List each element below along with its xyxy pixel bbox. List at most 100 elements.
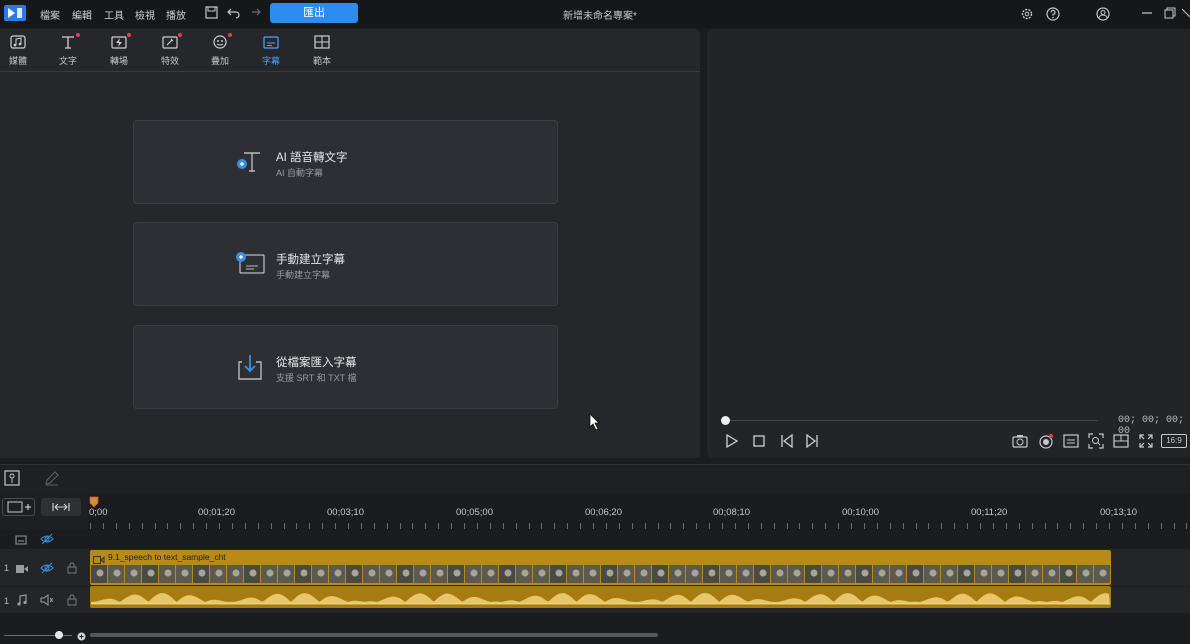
film-frame-subject	[1099, 569, 1107, 577]
ai-speech-to-text-card[interactable]: AI 語音轉文字 AI 自動字幕	[133, 120, 558, 204]
ruler-label: 00;13;10	[1100, 507, 1137, 518]
subtitle-preview-icon[interactable]	[1063, 433, 1079, 452]
film-frame-subject	[198, 569, 206, 577]
ruler-tick	[696, 523, 697, 529]
menu-play[interactable]: 播放	[166, 7, 186, 22]
redo-icon[interactable]	[248, 6, 261, 22]
menu-tools[interactable]: 工具	[104, 7, 124, 22]
seek-bar[interactable]	[724, 420, 1098, 421]
subtitle-icon	[251, 34, 291, 52]
zoom-in-icon[interactable]	[77, 630, 86, 644]
visibility-eye-icon[interactable]	[40, 533, 54, 548]
undo-icon[interactable]	[227, 6, 240, 22]
film-frame-subject	[1082, 569, 1090, 577]
speaker-volume-icon[interactable]	[40, 594, 54, 609]
film-frame-subject	[1048, 569, 1056, 577]
waveform-shape	[91, 593, 1110, 604]
subtitle-track-row	[0, 530, 1190, 547]
ruler-tick	[1174, 523, 1175, 529]
tab-media[interactable]: 媒體	[0, 34, 38, 67]
import-subtitle-card[interactable]: 從檔案匯入字幕 支援 SRT 和 TXT 檔	[133, 325, 558, 409]
import-file-icon	[234, 352, 264, 385]
aspect-ratio-button[interactable]: 16:9	[1161, 434, 1187, 448]
ruler-label: 00;05;00	[456, 507, 493, 518]
ruler-tick	[400, 523, 401, 529]
close-icon[interactable]	[1181, 7, 1190, 22]
ruler-tick	[658, 523, 659, 529]
menu-file[interactable]: 檔案	[40, 7, 60, 22]
film-frame-subject	[317, 569, 325, 577]
menu-edit[interactable]: 編輯	[72, 7, 92, 22]
settings-gear-icon[interactable]	[1020, 7, 1034, 24]
timeline-horizontal-scrollbar[interactable]	[90, 633, 658, 637]
film-frame-subject	[521, 569, 529, 577]
ruler-tick	[361, 523, 362, 529]
minimize-icon[interactable]	[1141, 7, 1153, 22]
zoom-preview-icon[interactable]	[1088, 433, 1104, 452]
film-frame-subject	[776, 569, 784, 577]
tab-label: 文字	[58, 56, 77, 66]
layout-split-icon[interactable]	[1113, 433, 1129, 452]
ruler-tick	[877, 523, 878, 529]
film-frame-subject	[470, 569, 478, 577]
edit-pen-icon[interactable]	[44, 470, 60, 489]
play-icon[interactable]	[725, 433, 739, 452]
help-icon[interactable]	[1046, 7, 1060, 24]
track-number: 1	[4, 563, 10, 573]
ai-speech-to-text-icon	[234, 147, 264, 178]
save-icon[interactable]	[205, 6, 218, 22]
effects-icon	[150, 33, 190, 52]
film-frame-subject	[249, 569, 257, 577]
lock-icon[interactable]	[67, 594, 77, 609]
add-track-button[interactable]	[2, 498, 35, 516]
zoom-slider-handle[interactable]	[55, 631, 63, 639]
card-subtitle: 手動建立字幕	[276, 270, 331, 280]
film-frame-subject	[504, 569, 512, 577]
ruler-tick	[206, 523, 207, 529]
snapshot-camera-icon[interactable]	[1012, 433, 1028, 452]
tab-template[interactable]: 範本	[302, 34, 342, 67]
ruler-tick	[335, 523, 336, 529]
film-frame-subject	[946, 569, 954, 577]
film-frame-subject	[300, 569, 308, 577]
tab-transition[interactable]: 轉場	[99, 33, 139, 67]
film-frame-subject	[453, 569, 461, 577]
new-badge-dot	[127, 33, 131, 37]
previous-frame-icon[interactable]	[779, 433, 795, 452]
film-frame-subject	[878, 569, 886, 577]
ruler-tick	[567, 523, 568, 529]
restore-icon[interactable]	[1164, 7, 1176, 22]
stop-icon[interactable]	[752, 433, 766, 452]
ruler-tick	[464, 523, 465, 529]
tab-label: 字幕	[261, 56, 280, 66]
film-frame-subject	[351, 569, 359, 577]
next-frame-icon[interactable]	[804, 433, 820, 452]
export-button[interactable]: 匯出	[270, 3, 358, 23]
app-logo	[4, 5, 26, 21]
account-icon[interactable]	[1096, 7, 1110, 24]
film-frame-subject	[742, 569, 750, 577]
track-manager-icon[interactable]	[4, 470, 20, 489]
film-frame-subject	[96, 569, 104, 577]
lock-icon[interactable]	[67, 562, 77, 577]
ruler-tick	[735, 523, 736, 529]
film-frame-subject	[759, 569, 767, 577]
ruler-tick	[1032, 523, 1033, 529]
tab-effects[interactable]: 特效	[150, 33, 190, 67]
film-frame-subject	[164, 569, 172, 577]
film-frame-subject	[861, 569, 869, 577]
tab-subtitle[interactable]: 字幕	[251, 34, 291, 67]
ruler-label: 00;11;20	[971, 507, 1008, 518]
tab-overlay[interactable]: 疊加	[200, 33, 240, 67]
fullscreen-icon[interactable]	[1138, 433, 1154, 452]
subtitle-track-icon	[15, 534, 27, 548]
tab-text[interactable]: 文字	[48, 33, 88, 67]
visibility-eye-icon[interactable]	[40, 562, 54, 577]
seek-handle[interactable]	[721, 416, 730, 425]
fit-timeline-button[interactable]	[41, 498, 81, 516]
new-badge-dot	[178, 33, 182, 37]
ruler-tick	[271, 523, 272, 529]
record-voice-icon[interactable]	[1038, 433, 1054, 452]
manual-subtitle-card[interactable]: 手動建立字幕 手動建立字幕	[133, 222, 558, 306]
menu-view[interactable]: 檢視	[135, 7, 155, 22]
